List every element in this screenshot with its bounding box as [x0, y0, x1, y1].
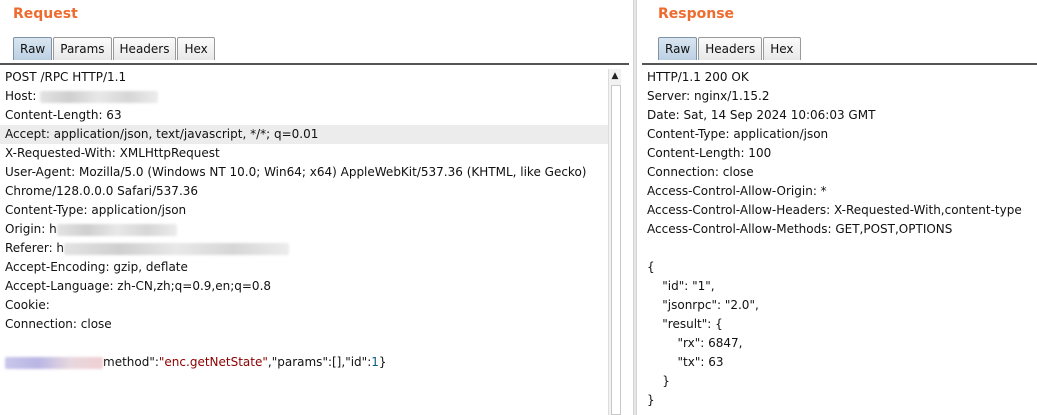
- accept-language-header: Accept-Language: zh-CN,zh;q=0.9,en;q=0.8: [5, 279, 272, 293]
- origin-header: Origin: h: [5, 220, 609, 239]
- split-pane-divider[interactable]: [633, 0, 637, 415]
- tab-hex[interactable]: Hex: [763, 37, 801, 60]
- redacted-host: [40, 90, 159, 103]
- acam-header: Access-Control-Allow-Methods: GET,POST,O…: [647, 222, 953, 236]
- request-title: Request: [13, 6, 78, 22]
- accept-header: Accept: application/json, text/javascrip…: [0, 125, 609, 144]
- body-id-value: 1: [371, 355, 379, 369]
- response-raw-editor[interactable]: HTTP/1.1 200 OK Server: nginx/1.15.2 Dat…: [642, 63, 1037, 415]
- host-header: Host:: [5, 87, 609, 106]
- date-header: Date: Sat, 14 Sep 2024 10:06:03 GMT: [647, 108, 876, 122]
- tab-headers[interactable]: Headers: [112, 37, 177, 60]
- request-response-viewer: Request Raw Params Headers Hex POST /RPC…: [0, 0, 1037, 415]
- body-method-value: "enc.getNetState": [158, 355, 268, 369]
- json-id: "id": "1",: [647, 279, 715, 293]
- referer-header: Referer: h: [5, 239, 609, 258]
- server-header: Server: nginx/1.15.2: [647, 89, 770, 103]
- redacted-referer: [64, 242, 290, 255]
- request-line: POST /RPC HTTP/1.1: [5, 70, 127, 84]
- tab-raw[interactable]: Raw: [13, 37, 53, 60]
- request-scrollbar[interactable]: ▲: [608, 69, 621, 415]
- tab-hex[interactable]: Hex: [177, 37, 215, 60]
- origin-label: Origin: h: [5, 222, 57, 236]
- connection-header: Connection: close: [647, 165, 754, 179]
- redacted-origin: [56, 223, 177, 236]
- user-agent-header: User-Agent: Mozilla/5.0 (Windows NT 10.0…: [5, 165, 587, 179]
- request-lines: POST /RPC HTTP/1.1 Host: Content-Length:…: [0, 68, 609, 372]
- tab-headers[interactable]: Headers: [698, 37, 763, 60]
- body-close: }: [378, 355, 387, 369]
- status-line: HTTP/1.1 200 OK: [647, 70, 749, 84]
- content-type-header: Content-Type: application/json: [5, 203, 187, 217]
- response-title: Response: [658, 6, 735, 22]
- response-pane: Response Raw Headers Hex HTTP/1.1 200 OK…: [642, 0, 1037, 415]
- content-type-header: Content-Type: application/json: [647, 127, 829, 141]
- scroll-thumb[interactable]: [611, 85, 621, 415]
- acao-header: Access-Control-Allow-Origin: *: [647, 184, 827, 198]
- request-body: method":"enc.getNetState","params":[],"i…: [5, 353, 609, 372]
- response-lines: HTTP/1.1 200 OK Server: nginx/1.15.2 Dat…: [647, 68, 1022, 410]
- user-agent-continuation: Chrome/128.0.0.0 Safari/537.36: [5, 184, 199, 198]
- json-result-close: }: [647, 374, 670, 388]
- redacted-body-prefix: [5, 356, 103, 369]
- x-requested-with-header: X-Requested-With: XMLHttpRequest: [5, 146, 220, 160]
- acah-header: Access-Control-Allow-Headers: X-Requeste…: [647, 203, 1022, 217]
- accept-encoding-header: Accept-Encoding: gzip, deflate: [5, 260, 188, 274]
- content-length-header: Content-Length: 100: [647, 146, 772, 160]
- host-label: Host:: [5, 89, 37, 103]
- json-jsonrpc: "jsonrpc": "2.0",: [647, 298, 759, 312]
- referer-label: Referer: h: [5, 241, 65, 255]
- body-params-key: "params":: [271, 355, 332, 369]
- json-rx: "rx": 6847,: [647, 336, 743, 350]
- tab-raw[interactable]: Raw: [658, 37, 698, 60]
- content-length-header: Content-Length: 63: [5, 108, 122, 122]
- response-tabs: Raw Headers Hex: [658, 37, 802, 61]
- scroll-up-icon[interactable]: ▲: [610, 71, 620, 81]
- json-open: {: [647, 260, 655, 274]
- body-method-key: method":: [103, 355, 159, 369]
- cookie-header: Cookie:: [5, 298, 50, 312]
- request-raw-editor[interactable]: POST /RPC HTTP/1.1 Host: Content-Length:…: [0, 63, 629, 415]
- tab-params[interactable]: Params: [53, 37, 112, 60]
- request-tabs: Raw Params Headers Hex: [13, 37, 216, 61]
- json-result: "result": {: [647, 317, 723, 331]
- request-pane: Request Raw Params Headers Hex POST /RPC…: [0, 0, 629, 415]
- json-close: }: [647, 393, 655, 407]
- body-params-value: []: [332, 355, 342, 369]
- connection-header: Connection: close: [5, 317, 112, 331]
- body-id-key: "id":: [345, 355, 372, 369]
- json-tx: "tx": 63: [647, 355, 724, 369]
